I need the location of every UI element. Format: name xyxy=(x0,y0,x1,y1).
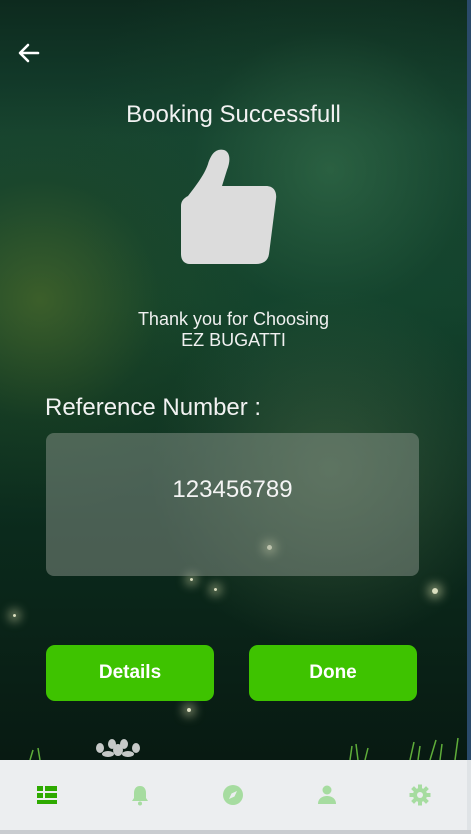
reference-number-value: 123456789 xyxy=(172,475,293,503)
compass-icon xyxy=(223,785,244,805)
dashboard-icon xyxy=(36,786,57,804)
done-button[interactable]: Done xyxy=(249,645,417,701)
bokeh-light xyxy=(190,578,193,581)
thank-you-message: Thank you for Choosing EZ BUGATTI xyxy=(0,309,467,351)
reference-number-box: 123456789 xyxy=(46,433,419,576)
bokeh-light xyxy=(13,614,16,617)
nav-item-explore[interactable] xyxy=(213,775,253,815)
bokeh-light xyxy=(214,588,217,591)
person-icon xyxy=(317,785,336,804)
grass-decoration xyxy=(29,737,459,760)
bell-icon xyxy=(132,786,149,806)
nav-item-profile[interactable] xyxy=(307,775,347,815)
gear-icon xyxy=(409,784,431,806)
window-bottom-strip xyxy=(0,830,471,834)
bokeh-light xyxy=(432,588,438,594)
nav-item-notifications[interactable] xyxy=(120,775,160,815)
nav-item-settings[interactable] xyxy=(400,775,440,815)
bottom-navigation xyxy=(0,760,467,830)
thank-you-line: Thank you for Choosing xyxy=(137,309,330,329)
bokeh-light xyxy=(187,708,191,712)
booking-success-screen: Booking Successfull Thank you for Choosi… xyxy=(0,0,467,760)
arrow-left-icon xyxy=(18,43,40,63)
nav-item-dashboard[interactable] xyxy=(27,775,67,815)
company-name: EZ BUGATTI xyxy=(181,330,286,350)
reference-number-label: Reference Number : xyxy=(45,394,262,421)
back-button[interactable] xyxy=(14,38,44,68)
details-button[interactable]: Details xyxy=(46,645,214,701)
window-edge xyxy=(467,0,471,760)
page-title: Booking Successfull xyxy=(126,101,341,128)
thumbs-up-icon xyxy=(181,149,277,264)
